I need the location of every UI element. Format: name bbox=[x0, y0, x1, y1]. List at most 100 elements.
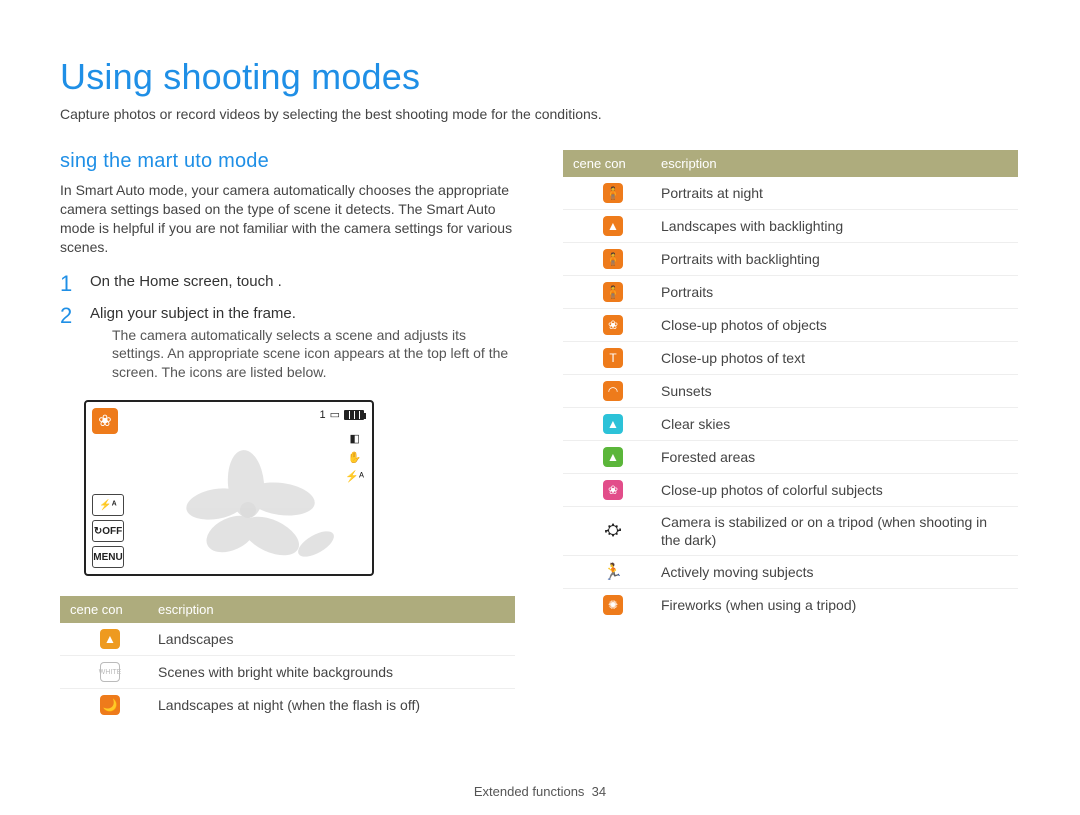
scene-icon-cell: 🧍 bbox=[573, 249, 653, 269]
scene-icon-cell: 🏃 bbox=[573, 562, 653, 582]
step-sub-text: The camera automatically selects a scene… bbox=[90, 326, 515, 383]
table-row: ✺ Fireworks (when using a tripod) bbox=[563, 589, 1018, 621]
timer-button[interactable]: ↻OFF bbox=[92, 520, 124, 542]
table-header: cene con escription bbox=[60, 596, 515, 623]
page-title: Using shooting modes bbox=[60, 56, 1020, 98]
scene-description: Fireworks (when using a tripod) bbox=[661, 596, 1008, 614]
step-1: 1 On the Home screen, touch . bbox=[60, 273, 515, 295]
scene-description: Portraits with backlighting bbox=[661, 250, 1008, 268]
scene-description: Actively moving subjects bbox=[661, 563, 1008, 581]
scene-description: Sunsets bbox=[661, 382, 1008, 400]
step-main-text: Align your subject in the frame. bbox=[90, 305, 515, 322]
scene-icon: T bbox=[603, 348, 623, 368]
table-row: ▲ Landscapes with backlighting bbox=[563, 210, 1018, 243]
th-scene-icon: cene con bbox=[573, 156, 653, 171]
table-row: ▲ Clear skies bbox=[563, 408, 1018, 441]
scene-icon: ▲ bbox=[100, 629, 120, 649]
scene-description: Close-up photos of text bbox=[661, 349, 1008, 367]
scene-icon-cell: ▲ bbox=[70, 629, 150, 649]
scene-icon-cell: ▲ bbox=[573, 447, 653, 467]
table-row: 🌙 Landscapes at night (when the flash is … bbox=[60, 689, 515, 721]
th-description: escription bbox=[158, 602, 505, 617]
scene-icon-cell: ❀ bbox=[573, 480, 653, 500]
scene-icon: ❀ bbox=[603, 480, 623, 500]
section-body: In Smart Auto mode, your camera automati… bbox=[60, 181, 515, 257]
macro-flower-icon: ❀ bbox=[92, 408, 118, 434]
scene-icon: ◠ bbox=[603, 381, 623, 401]
scene-icon-cell: ⛮ bbox=[573, 521, 653, 541]
table-row: ▲ Landscapes bbox=[60, 623, 515, 656]
page-intro: Capture photos or record videos by selec… bbox=[60, 106, 1020, 122]
exposure-icon: ◧ bbox=[349, 432, 359, 445]
table-row: ❀ Close-up photos of colorful subjects bbox=[563, 474, 1018, 507]
scene-icon: ▲ bbox=[603, 414, 623, 434]
th-description: escription bbox=[661, 156, 1008, 171]
battery-icon bbox=[344, 410, 364, 420]
table-row: ❀ Close-up photos of objects bbox=[563, 309, 1018, 342]
scene-icon: 🧍 bbox=[603, 282, 623, 302]
flash-indicator-icon: ⚡ᴬ bbox=[345, 470, 364, 483]
table-row: ⛮ Camera is stabilized or on a tripod (wh… bbox=[563, 507, 1018, 556]
footer-section: Extended functions bbox=[474, 784, 585, 799]
scene-description: Landscapes with backlighting bbox=[661, 217, 1008, 235]
scene-description: Landscapes at night (when the flash is o… bbox=[158, 696, 505, 714]
memory-icon: ▭ bbox=[330, 408, 340, 421]
scene-icon: 🏃 bbox=[603, 562, 623, 582]
right-column: cene con escription 🧍 Portraits at night ▲… bbox=[563, 150, 1018, 721]
step-list: 1 On the Home screen, touch . 2 Align yo… bbox=[60, 273, 515, 383]
scene-icon-cell: 🧍 bbox=[573, 282, 653, 302]
table-row: 🧍 Portraits bbox=[563, 276, 1018, 309]
scene-icon-cell: ▲ bbox=[573, 414, 653, 434]
right-scene-table: cene con escription 🧍 Portraits at night ▲… bbox=[563, 150, 1018, 621]
table-row: 🧍 Portraits with backlighting bbox=[563, 243, 1018, 276]
left-scene-table: cene con escription ▲ Landscapes WHITE Scen… bbox=[60, 596, 515, 721]
page-footer: Extended functions 34 bbox=[0, 784, 1080, 799]
camera-preview-figure: ❀ 1 ▭ ◧ ✋ ⚡ᴬ bbox=[84, 400, 374, 576]
step-2: 2 Align your subject in the frame. The c… bbox=[60, 305, 515, 383]
step-number: 2 bbox=[60, 305, 76, 383]
step-number: 1 bbox=[60, 273, 76, 295]
scene-description: Close-up photos of colorful subjects bbox=[661, 481, 1008, 499]
scene-icon-cell: ◠ bbox=[573, 381, 653, 401]
scene-icon: ⛮ bbox=[603, 521, 623, 541]
scene-description: Clear skies bbox=[661, 415, 1008, 433]
scene-icon: 🧍 bbox=[603, 249, 623, 269]
scene-description: Landscapes bbox=[158, 630, 505, 648]
scene-icon-cell: ▲ bbox=[573, 216, 653, 236]
table-row: T Close-up photos of text bbox=[563, 342, 1018, 375]
scene-description: Portraits at night bbox=[661, 184, 1008, 202]
table-row: WHITE Scenes with bright white background… bbox=[60, 656, 515, 689]
stabilizer-icon: ✋ bbox=[348, 451, 362, 464]
flash-mode-button[interactable]: ⚡ᴬ bbox=[92, 494, 124, 516]
scene-icon: 🌙 bbox=[100, 695, 120, 715]
table-row: 🧍 Portraits at night bbox=[563, 177, 1018, 210]
th-scene-icon: cene con bbox=[70, 602, 150, 617]
scene-icon-cell: WHITE bbox=[70, 662, 150, 682]
footer-page-number: 34 bbox=[592, 784, 606, 799]
menu-button[interactable]: MENU bbox=[92, 546, 124, 568]
left-column: sing the mart uto mode In Smart Auto mod… bbox=[60, 150, 515, 721]
scene-description: Forested areas bbox=[661, 448, 1008, 466]
scene-icon-cell: ✺ bbox=[573, 595, 653, 615]
table-row: ▲ Forested areas bbox=[563, 441, 1018, 474]
table-row: ◠ Sunsets bbox=[563, 375, 1018, 408]
scene-icon-cell: 🌙 bbox=[70, 695, 150, 715]
scene-description: Close-up photos of objects bbox=[661, 316, 1008, 334]
step-main-text: On the Home screen, touch . bbox=[90, 273, 515, 290]
scene-icon-cell: T bbox=[573, 348, 653, 368]
scene-description: Scenes with bright white backgrounds bbox=[158, 663, 505, 681]
section-title: sing the mart uto mode bbox=[60, 150, 515, 173]
scene-icon-cell: 🧍 bbox=[573, 183, 653, 203]
scene-description: Portraits bbox=[661, 283, 1008, 301]
scene-description: Camera is stabilized or on a tripod (whe… bbox=[661, 513, 1008, 549]
table-row: 🏃 Actively moving subjects bbox=[563, 556, 1018, 589]
table-header: cene con escription bbox=[563, 150, 1018, 177]
scene-icon: ✺ bbox=[603, 595, 623, 615]
scene-icon: WHITE bbox=[100, 662, 120, 682]
flower-illustration bbox=[176, 444, 336, 564]
scene-icon: ▲ bbox=[603, 216, 623, 236]
scene-icon: 🧍 bbox=[603, 183, 623, 203]
scene-icon-cell: ❀ bbox=[573, 315, 653, 335]
scene-icon: ❀ bbox=[603, 315, 623, 335]
shot-count: 1 bbox=[319, 409, 325, 421]
